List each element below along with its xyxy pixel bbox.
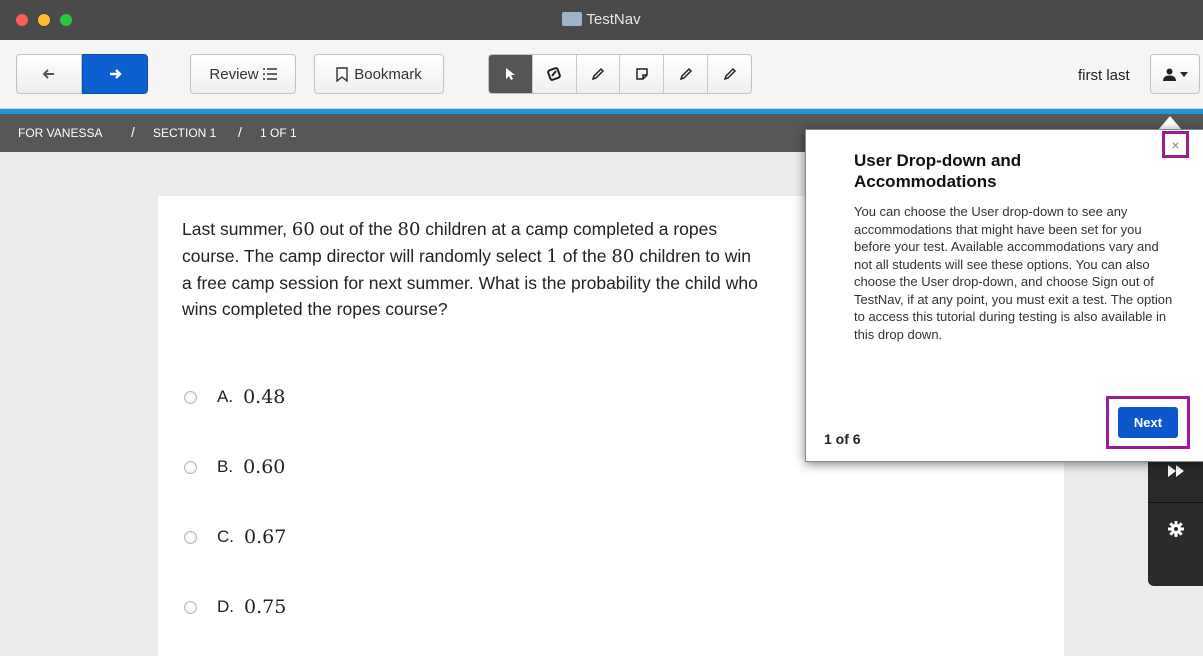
line-tool[interactable] (708, 55, 751, 93)
caret-down-icon (1179, 71, 1188, 77)
number-80: 80 (397, 219, 421, 240)
popup-body: You can choose the User drop-down to see… (854, 204, 1173, 342)
pointer-tool[interactable] (489, 55, 533, 93)
number-60: 60 (291, 219, 315, 240)
pointer-icon (505, 68, 515, 80)
eraser-icon (547, 67, 562, 81)
bookmark-label: Bookmark (354, 65, 422, 83)
arrow-right-icon (110, 69, 122, 79)
pencil-icon (679, 67, 692, 81)
choice-letter: C. (217, 527, 234, 546)
eraser-tool[interactable] (533, 55, 577, 93)
settings-button[interactable] (1148, 502, 1203, 555)
breadcrumb-item-section: SECTION 1 (153, 126, 217, 140)
radio-button[interactable] (184, 390, 197, 404)
question-text-part: of the (557, 246, 612, 266)
next-button[interactable]: Next (1118, 407, 1178, 438)
window-title: TestNav (0, 11, 1203, 28)
breadcrumb-item-position: 1 OF 1 (260, 126, 297, 140)
arrow-left-icon (42, 69, 54, 79)
app-icon (562, 12, 583, 26)
bookmark-button[interactable]: Bookmark (314, 54, 444, 94)
breadcrumb-separator: / (131, 124, 135, 140)
back-button[interactable] (16, 54, 82, 94)
answer-choice-b[interactable]: B. 0.60 (184, 456, 285, 478)
choice-value: 0.75 (244, 596, 287, 618)
user-icon (1162, 68, 1176, 81)
popup-arrow (1158, 116, 1182, 130)
radio-button[interactable] (184, 460, 197, 474)
tool-group (488, 54, 752, 94)
question-text-part: out of the (314, 219, 398, 239)
question-text: Last summer, 60 out of the 80 children a… (182, 216, 762, 322)
review-label: Review (209, 65, 259, 83)
choice-value: 0.67 (244, 526, 287, 548)
forward-button[interactable] (82, 54, 148, 94)
step-counter: 1 of 6 (824, 431, 861, 447)
note-icon (636, 68, 648, 80)
number-80: 80 (611, 246, 635, 267)
question-text-part: Last summer, (182, 219, 292, 239)
choice-letter: A. (217, 387, 234, 406)
fast-forward-icon (1167, 465, 1184, 477)
answer-choice-a[interactable]: A. 0.48 (184, 386, 285, 408)
pencil-icon (591, 67, 605, 81)
choice-value: 0.60 (243, 456, 286, 478)
window-title-text: TestNav (586, 11, 641, 28)
radio-button[interactable] (184, 530, 197, 544)
pencil-icon (723, 67, 736, 81)
number-1: 1 (546, 246, 558, 267)
bookmark-icon (336, 66, 348, 82)
note-tool[interactable] (620, 55, 665, 93)
pen-tool[interactable] (664, 55, 709, 93)
breadcrumb-item-test: FOR VANESSA (18, 126, 103, 140)
breadcrumb-separator: / (238, 124, 242, 140)
answer-choice-d[interactable]: D. 0.75 (184, 596, 286, 618)
list-icon (262, 68, 277, 80)
choice-letter: B. (217, 457, 234, 476)
choice-letter: D. (217, 597, 234, 616)
highlighter-tool[interactable] (577, 55, 621, 93)
radio-button[interactable] (184, 600, 197, 614)
review-button[interactable]: Review (190, 54, 296, 94)
gear-icon (1167, 521, 1184, 537)
popup-title: User Drop-down and Accommodations (854, 151, 1022, 191)
window-titlebar: TestNav (0, 0, 1203, 40)
toolbar: Review Bookmark first last (0, 40, 1203, 109)
user-dropdown-button[interactable] (1150, 54, 1200, 94)
close-icon: × (1171, 136, 1180, 153)
user-name: first last (1078, 67, 1130, 84)
answer-choice-c[interactable]: C. 0.67 (184, 526, 286, 548)
close-popup-button[interactable]: × (1162, 131, 1189, 158)
choice-value: 0.48 (243, 386, 286, 408)
